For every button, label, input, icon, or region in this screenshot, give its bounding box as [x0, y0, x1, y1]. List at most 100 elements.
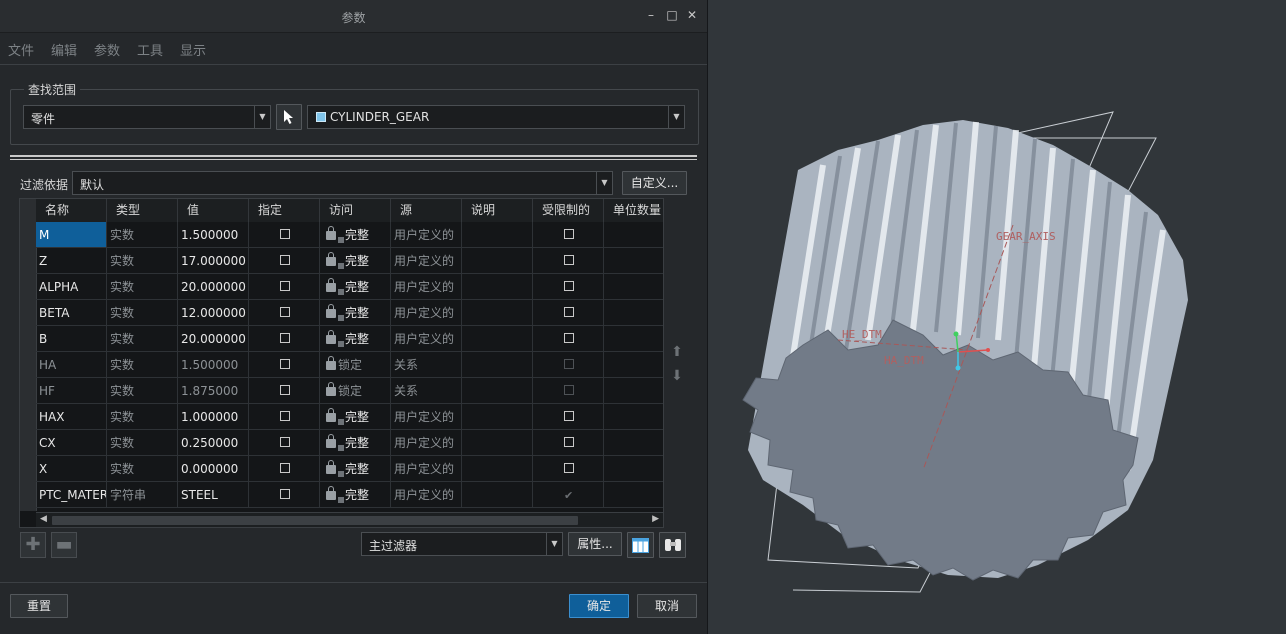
restricted-checkbox[interactable]	[564, 411, 574, 421]
table-row[interactable]: HAX 实数 1.000000 完整 用户定义的	[36, 404, 663, 430]
scroll-left-icon[interactable]: ◀	[40, 514, 47, 524]
cell-access[interactable]: 完整	[320, 404, 391, 430]
cell-designate[interactable]	[249, 352, 320, 378]
cell-value[interactable]: 20.000000	[178, 274, 249, 300]
cell-access[interactable]: 完整	[320, 248, 391, 274]
cell-name[interactable]: PTC_MATERIAL_NAME	[36, 482, 107, 508]
restricted-checkbox[interactable]	[564, 281, 574, 291]
cell-value[interactable]: 0.000000	[178, 456, 249, 482]
menu-parameters[interactable]: 参数	[94, 40, 120, 59]
designate-checkbox[interactable]	[280, 333, 290, 343]
main-filter-select[interactable]: 主过滤器 ▼	[361, 532, 563, 556]
table-row[interactable]: HA 实数 1.500000 锁定 关系	[36, 352, 663, 378]
cell-source[interactable]: 用户定义的	[391, 274, 462, 300]
scope-type-select[interactable]: 零件 ▼	[23, 105, 271, 129]
cell-type[interactable]: 实数	[107, 326, 178, 352]
cell-name[interactable]: HAX	[36, 404, 107, 430]
designate-checkbox[interactable]	[280, 229, 290, 239]
column-header[interactable]: 指定	[249, 199, 320, 222]
table-columns-button[interactable]	[627, 532, 654, 558]
cell-designate[interactable]	[249, 456, 320, 482]
cell-restricted[interactable]	[533, 300, 604, 326]
cell-restricted[interactable]	[533, 222, 604, 248]
cell-source[interactable]: 用户定义的	[391, 430, 462, 456]
cell-name[interactable]: HA	[36, 352, 107, 378]
cell-type[interactable]: 实数	[107, 378, 178, 404]
scope-model-select[interactable]: CYLINDER_GEAR ▼	[307, 105, 685, 129]
cell-value[interactable]: STEEL	[178, 482, 249, 508]
cell-description[interactable]	[462, 404, 533, 430]
cell-restricted[interactable]	[533, 430, 604, 456]
cell-access[interactable]: 完整	[320, 482, 391, 508]
column-header[interactable]: 源	[391, 199, 462, 222]
cell-type[interactable]: 实数	[107, 430, 178, 456]
maximize-icon[interactable]: □	[665, 8, 679, 22]
horizontal-scrollbar[interactable]: ◀ ▶	[36, 512, 663, 527]
cell-type[interactable]: 实数	[107, 352, 178, 378]
cell-name[interactable]: CX	[36, 430, 107, 456]
cell-type[interactable]: 实数	[107, 222, 178, 248]
cell-designate[interactable]	[249, 378, 320, 404]
cell-unit-quantity[interactable]	[604, 274, 663, 300]
menu-edit[interactable]: 编辑	[51, 40, 77, 59]
table-row[interactable]: Z 实数 17.000000 完整 用户定义的	[36, 248, 663, 274]
column-header[interactable]: 受限制的	[533, 199, 604, 222]
parameter-table[interactable]: 名称 类型值指定 访问源说明 受限制的 单位数量 M 实数 1.500000 完整 用户定义的 Z…	[19, 198, 664, 528]
find-button[interactable]	[659, 532, 686, 558]
cell-source[interactable]: 用户定义的	[391, 222, 462, 248]
cell-unit-quantity[interactable]	[604, 378, 663, 404]
cell-access[interactable]: 完整	[320, 222, 391, 248]
cell-description[interactable]	[462, 430, 533, 456]
restricted-checkbox[interactable]	[564, 307, 574, 317]
column-header[interactable]: 类型	[107, 199, 178, 222]
cell-access[interactable]: 完整	[320, 274, 391, 300]
designate-checkbox[interactable]	[280, 255, 290, 265]
cell-value[interactable]: 1.500000	[178, 222, 249, 248]
cell-type[interactable]: 实数	[107, 248, 178, 274]
cell-value[interactable]: 1.000000	[178, 404, 249, 430]
table-row[interactable]: HF 实数 1.875000 锁定 关系	[36, 378, 663, 404]
cell-source[interactable]: 用户定义的	[391, 456, 462, 482]
cell-name[interactable]: X	[36, 456, 107, 482]
column-header[interactable]: 值	[178, 199, 249, 222]
cell-name[interactable]: HF	[36, 378, 107, 404]
cell-value[interactable]: 12.000000	[178, 300, 249, 326]
cell-source[interactable]: 关系	[391, 378, 462, 404]
restricted-checkbox[interactable]	[564, 437, 574, 447]
cell-value[interactable]: 1.875000	[178, 378, 249, 404]
column-header[interactable]: 说明	[462, 199, 533, 222]
designate-checkbox[interactable]	[280, 307, 290, 317]
designate-checkbox[interactable]	[280, 385, 290, 395]
cell-access[interactable]: 完整	[320, 326, 391, 352]
table-row[interactable]: ALPHA 实数 20.000000 完整 用户定义的	[36, 274, 663, 300]
cell-source[interactable]: 用户定义的	[391, 326, 462, 352]
table-row[interactable]: X 实数 0.000000 完整 用户定义的	[36, 456, 663, 482]
scroll-right-icon[interactable]: ▶	[652, 514, 659, 524]
cell-restricted[interactable]	[533, 248, 604, 274]
cell-name[interactable]: B	[36, 326, 107, 352]
cell-designate[interactable]	[249, 404, 320, 430]
cell-designate[interactable]	[249, 430, 320, 456]
cell-source[interactable]: 关系	[391, 352, 462, 378]
cell-description[interactable]	[462, 274, 533, 300]
table-row[interactable]: M 实数 1.500000 完整 用户定义的	[36, 222, 663, 248]
cell-source[interactable]: 用户定义的	[391, 404, 462, 430]
model-viewport[interactable]: GEAR_AXIS HE_DTM HA_DTM	[708, 0, 1286, 634]
close-icon[interactable]: ✕	[685, 8, 699, 22]
reset-button[interactable]: 重置	[10, 594, 68, 618]
cell-description[interactable]	[462, 248, 533, 274]
cell-access[interactable]: 完整	[320, 430, 391, 456]
cell-unit-quantity[interactable]	[604, 248, 663, 274]
restricted-checkbox[interactable]	[564, 255, 574, 265]
cell-unit-quantity[interactable]	[604, 300, 663, 326]
cell-unit-quantity[interactable]	[604, 326, 663, 352]
cell-type[interactable]: 实数	[107, 274, 178, 300]
remove-parameter-button[interactable]: ▬	[51, 532, 77, 558]
restricted-checkbox[interactable]	[564, 333, 574, 343]
cell-type[interactable]: 字符串	[107, 482, 178, 508]
cell-restricted[interactable]	[533, 274, 604, 300]
table-row[interactable]: PTC_MATERIAL_NAME字符串STEEL 完整 用户定义的 ✔	[36, 482, 663, 508]
cell-restricted[interactable]	[533, 378, 604, 404]
designate-checkbox[interactable]	[280, 411, 290, 421]
table-row[interactable]: CX 实数 0.250000 完整 用户定义的	[36, 430, 663, 456]
